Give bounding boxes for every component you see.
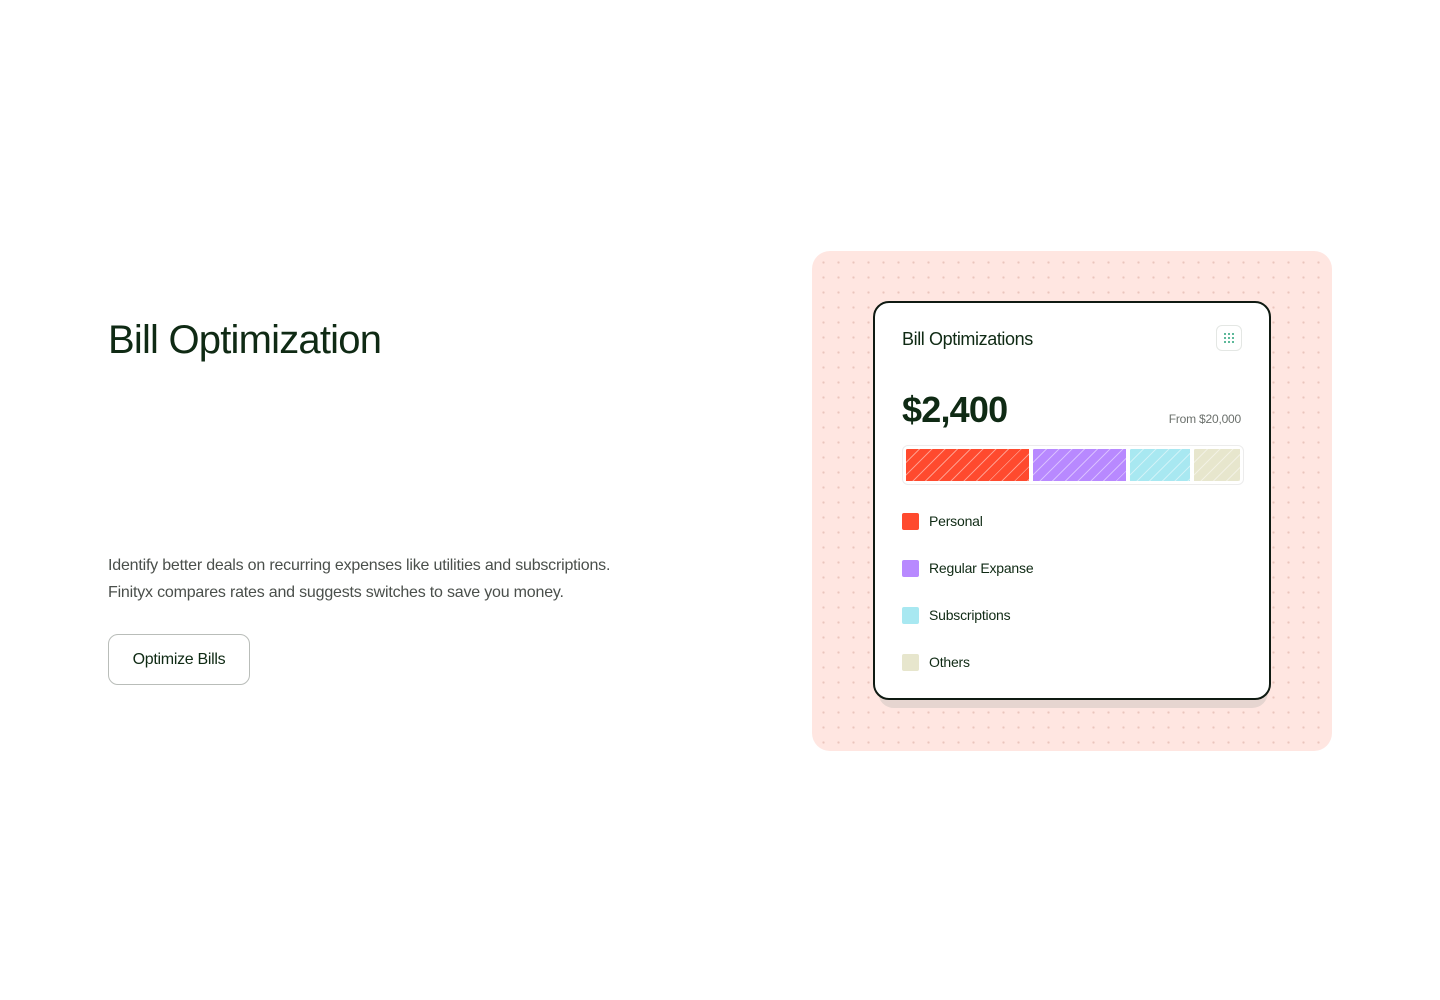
legend-swatch	[902, 512, 919, 530]
bill-optimizations-card: Bill Optimizations $2,400 From $20,000 P…	[873, 301, 1271, 700]
legend-item: Others	[902, 652, 1033, 672]
legend-item: Subscriptions	[902, 605, 1033, 625]
description-line-2: Finityx compares rates and suggests swit…	[108, 584, 564, 601]
legend-swatch	[902, 606, 919, 624]
legend-item: Regular Expanse	[902, 558, 1034, 578]
section-description: Identify better deals on recurring expen…	[108, 552, 728, 606]
grid-dots-icon	[1224, 333, 1234, 343]
bar-segment-subscriptions	[1129, 449, 1190, 481]
legend-label: Regular Expanse	[929, 560, 1034, 576]
bar-segment-others	[1193, 449, 1240, 481]
legend-swatch	[902, 653, 919, 671]
legend-label: Others	[929, 654, 970, 670]
savings-amount: $2,400	[902, 389, 1008, 430]
bar-segment-personal	[906, 449, 1029, 481]
optimize-bills-button[interactable]: Optimize Bills	[108, 634, 250, 685]
description-line-1: Identify better deals on recurring expen…	[108, 557, 611, 574]
category-legend: Personal Regular Expanse Subscriptions Othe…	[902, 511, 1034, 699]
legend-label: Subscriptions	[929, 607, 1011, 623]
card-title: Bill Optimizations	[902, 329, 1033, 349]
legend-item: Personal	[902, 511, 1033, 531]
section-title: Bill Optimization	[108, 318, 382, 362]
legend-swatch	[902, 559, 919, 577]
legend-label: Personal	[929, 513, 983, 529]
page: Bill Optimization Identify better deals …	[0, 0, 1440, 1000]
category-breakdown-bar	[902, 445, 1244, 485]
from-total: From $20,000	[1168, 412, 1242, 426]
feature-text-column: Bill Optimization Identify better deals …	[108, 0, 728, 1000]
bar-segment-regular-expanse	[1032, 449, 1126, 481]
card-menu-button[interactable]	[1216, 325, 1242, 351]
